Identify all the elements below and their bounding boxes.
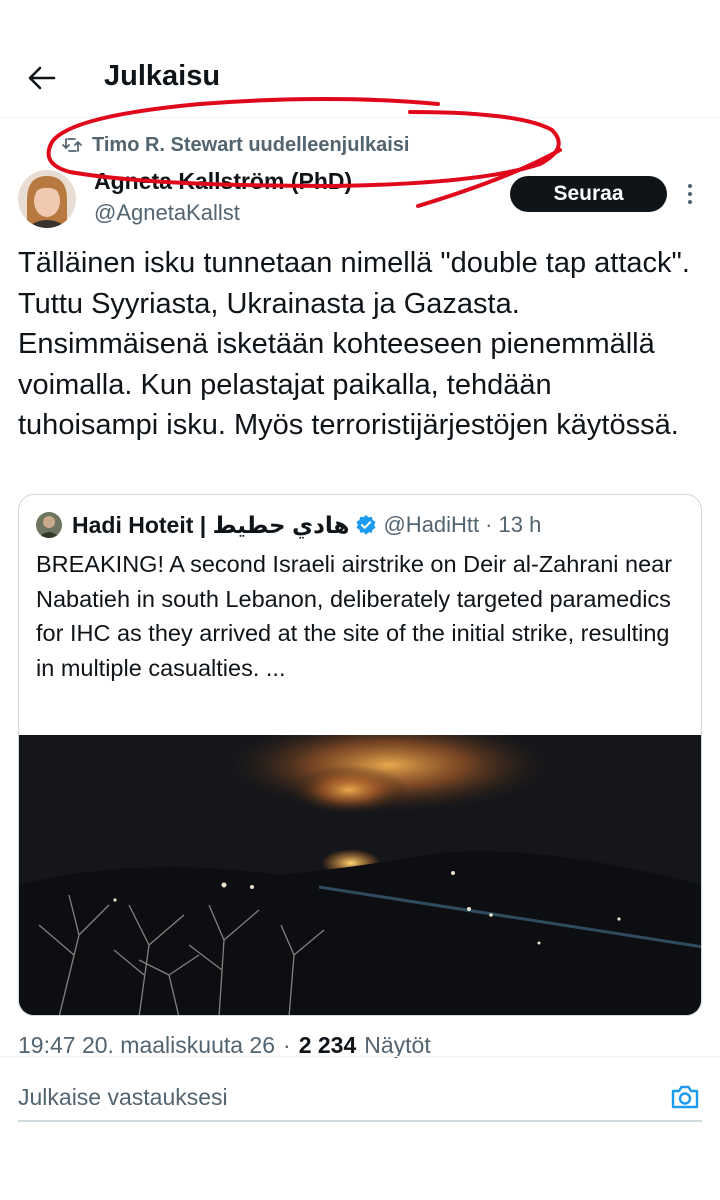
divider (0, 1056, 720, 1057)
views-count[interactable]: 2 234 (299, 1032, 357, 1059)
repost-indicator[interactable]: Timo R. Stewart uudelleenjulkaisi (62, 132, 410, 158)
quoted-author-name[interactable]: Hadi Hoteit | هادي حطيط (72, 512, 349, 539)
reply-composer (0, 1074, 720, 1120)
camera-button[interactable] (668, 1080, 702, 1114)
verified-badge-icon (355, 514, 377, 536)
quoted-author-handle[interactable]: @HadiHtt (383, 512, 479, 538)
reply-input-underline (18, 1120, 702, 1122)
tweet-text: Tälläinen isku tunnetaan nimellä "double… (18, 247, 690, 441)
more-dot (688, 192, 692, 196)
quoted-tweet-header: Hadi Hoteit | هادي حطيط @HadiHtt · 13 h (36, 511, 541, 539)
author-name[interactable]: Agneta Kallström (PhD) (94, 168, 352, 195)
quoted-tweet-video-thumbnail[interactable] (19, 715, 701, 1015)
top-bar: Julkaisu (0, 0, 720, 118)
separator-dot: · (485, 512, 493, 537)
author-avatar[interactable] (18, 170, 76, 228)
quoted-author-avatar[interactable] (36, 512, 62, 538)
more-dot (688, 200, 692, 204)
arrow-left-icon (28, 66, 56, 90)
back-button[interactable] (22, 58, 62, 98)
page-title: Julkaisu (104, 60, 221, 92)
more-vertical-icon (688, 184, 692, 188)
views-label: Näytöt (364, 1031, 431, 1058)
more-options-button[interactable] (680, 180, 700, 208)
quoted-tweet-card[interactable]: Hadi Hoteit | هادي حطيط @HadiHtt · 13 h … (18, 494, 702, 1016)
separator-dot: · (283, 1031, 291, 1058)
quoted-tweet-time[interactable]: 13 h (499, 512, 542, 538)
reply-input[interactable] (18, 1078, 638, 1116)
repost-label: Timo R. Stewart uudelleenjulkaisi (92, 133, 410, 156)
quoted-tweet-text: BREAKING! A second Israeli airstrike on … (36, 551, 673, 681)
repost-icon (62, 138, 82, 152)
tweet-timestamp[interactable]: 19:47 20. maaliskuuta 26 (18, 1032, 275, 1059)
camera-icon (671, 1085, 699, 1109)
follow-button[interactable]: Seuraa (510, 176, 667, 212)
author-handle[interactable]: @AgnetaKallst (94, 200, 240, 226)
